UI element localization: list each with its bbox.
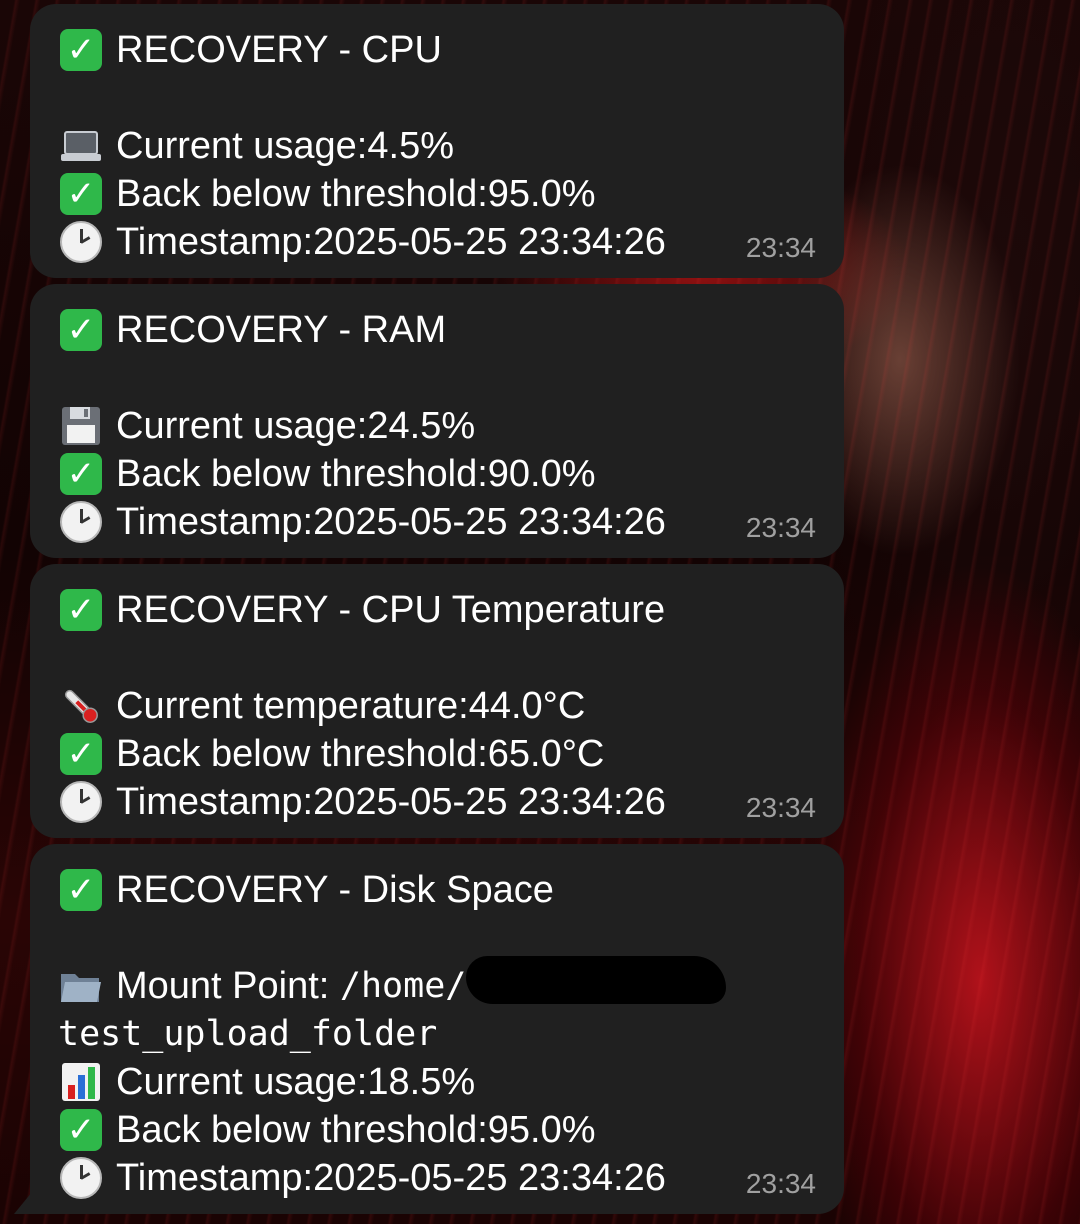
message-time: 23:34 <box>745 792 816 823</box>
message-title-line: ✓ RECOVERY - Disk Space <box>58 866 816 914</box>
message-bubble[interactable]: ✓ RECOVERY - RAM Current usage: 24.5% ✓ … <box>30 284 844 558</box>
check-icon: ✓ <box>58 27 104 73</box>
usage-value: 18.5% <box>367 1061 476 1103</box>
usage-value: 4.5% <box>367 125 454 167</box>
usage-line: Current usage: 18.5% <box>58 1058 816 1106</box>
threshold-value: 90.0% <box>487 453 596 495</box>
message-time: 23:34 <box>745 232 816 263</box>
check-icon: ✓ <box>58 171 104 217</box>
timestamp-label: Timestamp: <box>116 221 314 263</box>
check-icon: ✓ <box>58 867 104 913</box>
timestamp-line: Timestamp: 2025-05-25 23:34:26 <box>58 498 816 546</box>
clock-icon <box>58 779 104 825</box>
mount-path-start: /home/ <box>339 966 467 1006</box>
temperature-line: Current temperature: 44.0°C <box>58 682 816 730</box>
threshold-line: ✓ Back below threshold: 95.0% <box>58 170 816 218</box>
usage-line: Current usage: 4.5% <box>58 122 816 170</box>
message-title-line: ✓ RECOVERY - CPU <box>58 26 816 74</box>
timestamp-value: 2025-05-25 23:34:26 <box>313 501 666 543</box>
timestamp-label: Timestamp: <box>116 501 314 543</box>
thermometer-icon <box>58 683 104 729</box>
message-bubble[interactable]: ✓ RECOVERY - CPU Current usage: 4.5% ✓ B… <box>30 4 844 278</box>
floppy-disk-icon <box>58 403 104 449</box>
timestamp-line: Timestamp: 2025-05-25 23:34:26 <box>58 218 816 266</box>
message-title-line: ✓ RECOVERY - RAM <box>58 306 816 354</box>
timestamp-line: Timestamp: 2025-05-25 23:34:26 <box>58 1154 816 1202</box>
timestamp-value: 2025-05-25 23:34:26 <box>313 221 666 263</box>
message-title: RECOVERY - RAM <box>116 309 447 351</box>
threshold-label: Back below threshold: <box>116 733 488 775</box>
message-bubble[interactable]: ✓ RECOVERY - CPU Temperature Current tem… <box>30 564 844 838</box>
mount-path-continuation: test_upload_folder <box>58 1014 438 1054</box>
timestamp-value: 2025-05-25 23:34:26 <box>313 781 666 823</box>
threshold-label: Back below threshold: <box>116 173 488 215</box>
check-icon: ✓ <box>58 451 104 497</box>
clock-icon <box>58 219 104 265</box>
threshold-line: ✓ Back below threshold: 95.0% <box>58 1106 816 1154</box>
mount-point-label: Mount Point: <box>116 965 330 1007</box>
message-title-line: ✓ RECOVERY - CPU Temperature <box>58 586 816 634</box>
check-icon: ✓ <box>58 587 104 633</box>
message-time: 23:34 <box>745 512 816 543</box>
threshold-label: Back below threshold: <box>116 453 488 495</box>
bar-chart-icon <box>58 1059 104 1105</box>
check-icon: ✓ <box>58 1107 104 1153</box>
temperature-value: 44.0°C <box>468 685 586 727</box>
timestamp-label: Timestamp: <box>116 781 314 823</box>
threshold-line: ✓ Back below threshold: 90.0% <box>58 450 816 498</box>
bubble-tail <box>14 1192 32 1214</box>
message-title: RECOVERY - CPU Temperature <box>116 589 666 631</box>
timestamp-value: 2025-05-25 23:34:26 <box>313 1157 666 1199</box>
folder-icon <box>58 963 104 1009</box>
threshold-line: ✓ Back below threshold: 65.0°C <box>58 730 816 778</box>
clock-icon <box>58 1155 104 1201</box>
laptop-icon <box>58 123 104 169</box>
mount-point-line: Mount Point: /home/ <box>58 956 816 1010</box>
threshold-value: 65.0°C <box>487 733 605 775</box>
clock-icon <box>58 499 104 545</box>
temperature-label: Current temperature: <box>116 685 469 727</box>
usage-label: Current usage: <box>116 125 368 167</box>
usage-label: Current usage: <box>116 1061 368 1103</box>
message-bubble[interactable]: ✓ RECOVERY - Disk Space Mount Point: /ho… <box>14 844 844 1214</box>
timestamp-label: Timestamp: <box>116 1157 314 1199</box>
usage-label: Current usage: <box>116 405 368 447</box>
redaction-mark <box>466 956 727 1004</box>
threshold-value: 95.0% <box>487 173 596 215</box>
usage-value: 24.5% <box>367 405 476 447</box>
message-title: RECOVERY - CPU <box>116 29 442 71</box>
usage-line: Current usage: 24.5% <box>58 402 816 450</box>
message-title: RECOVERY - Disk Space <box>116 869 554 911</box>
check-icon: ✓ <box>58 307 104 353</box>
check-icon: ✓ <box>58 731 104 777</box>
threshold-value: 95.0% <box>487 1109 596 1151</box>
timestamp-line: Timestamp: 2025-05-25 23:34:26 <box>58 778 816 826</box>
threshold-label: Back below threshold: <box>116 1109 488 1151</box>
message-time: 23:34 <box>745 1168 816 1199</box>
